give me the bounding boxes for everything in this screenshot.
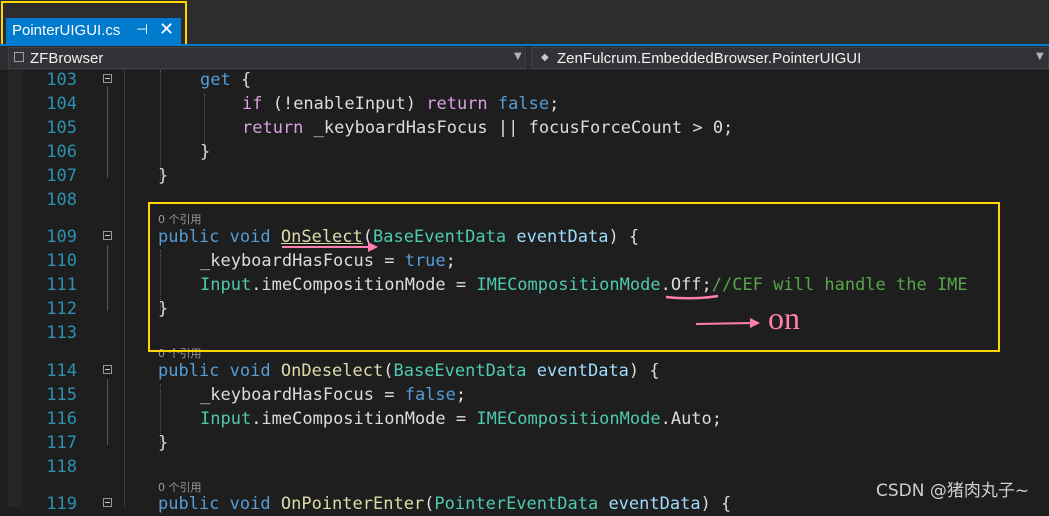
watermark: CSDN @猪肉丸子~	[876, 481, 1030, 501]
annotation-on: on	[768, 300, 800, 336]
annotation-marks	[282, 242, 760, 328]
arrow-under-onselect	[282, 242, 378, 252]
underline-off	[665, 294, 719, 300]
arrow-to-on	[695, 318, 760, 328]
